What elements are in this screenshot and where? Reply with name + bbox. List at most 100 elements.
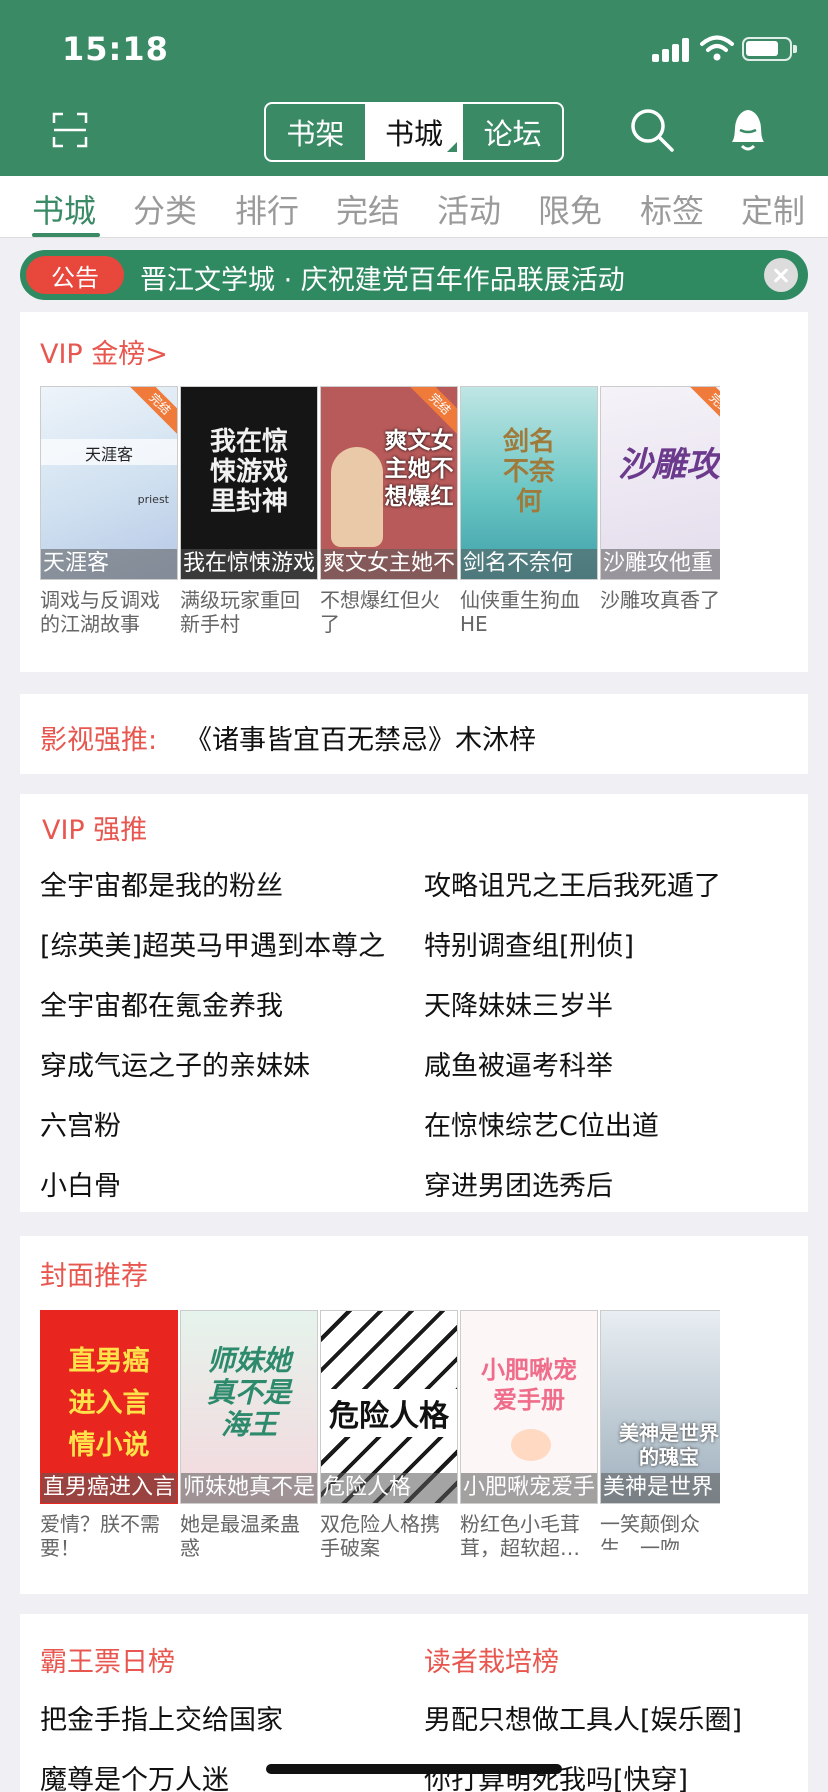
book-cover[interactable]: 直男癌进入言情小说 直男癌进入言	[40, 1310, 178, 1504]
segment-forum[interactable]: 论坛	[463, 104, 562, 160]
tab-ranking[interactable]: 排行	[235, 186, 299, 232]
book-description: 双危险人格携手破案	[320, 1512, 440, 1560]
book-cover[interactable]: 我在惊悚游戏里封神 我在惊悚游戏	[180, 386, 318, 580]
film-label: 影视强推:	[40, 725, 158, 756]
list-item[interactable]: 天降妹妹三岁半	[424, 984, 784, 1023]
battery-icon	[742, 37, 797, 61]
list-item[interactable]: [综英美]超英马甲遇到本尊之	[40, 924, 400, 963]
cover-title: 师妹她真不是海王	[206, 1344, 291, 1441]
cover-title: 我在惊悚游戏里封神	[209, 427, 288, 517]
vip-push-section: VIP 强推 全宇宙都是我的粉丝 [综英美]超英马甲遇到本尊之 全宇宙都在氪金养…	[20, 794, 808, 1212]
list-item[interactable]: 全宇宙都在氪金养我	[40, 984, 400, 1023]
tab-tags[interactable]: 标签	[640, 186, 704, 232]
announcement-text[interactable]: 晋江文学城 · 庆祝建党百年作品联展活动	[140, 258, 625, 297]
list-item[interactable]: 小白骨	[40, 1164, 400, 1203]
cover-title: 沙雕攻	[618, 445, 720, 485]
cover-title: 爽文女主她不想爆红	[384, 428, 454, 510]
section-title[interactable]: VIP 金榜>	[40, 332, 168, 371]
tab-category[interactable]: 分类	[133, 186, 197, 232]
cover-title: 美神是世界的瑰宝	[619, 1421, 719, 1469]
book-description: 粉红色小毛茸茸，超软超…	[460, 1512, 580, 1560]
search-icon[interactable]	[628, 106, 676, 154]
list-item[interactable]: 六宫粉	[40, 1104, 400, 1143]
cover-recommend-section: 封面推荐 直男癌进入言情小说 直男癌进入言 爱情？朕不需要！ 师妹她真不是海王 …	[20, 1236, 808, 1594]
cover-title-band: 师妹她真不是	[181, 1473, 317, 1503]
tab-free[interactable]: 限免	[538, 186, 602, 232]
section-title: VIP 强推	[42, 815, 148, 846]
list-item[interactable]: 穿进男团选秀后	[424, 1164, 784, 1203]
scan-icon[interactable]	[52, 112, 88, 148]
announcement-bar[interactable]: 公告 晋江文学城 · 庆祝建党百年作品联展活动	[20, 250, 808, 300]
book-cover[interactable]: 爽文女主她不想爆红 完结 爽文女主她不	[320, 386, 458, 580]
list-item[interactable]: 穿成气运之子的亲妹妹	[40, 1044, 400, 1083]
list-item[interactable]: 把金手指上交给国家	[40, 1698, 400, 1737]
segment-label: 论坛	[483, 117, 542, 151]
home-indicator[interactable]	[266, 1764, 562, 1774]
book-description: 满级玩家重回新手村	[180, 588, 300, 636]
cover-title: 剑名不奈何	[502, 427, 555, 517]
book-description: 沙雕攻真香了	[600, 588, 720, 612]
cover-title-band: 危险人格	[321, 1473, 457, 1503]
section-title: 封面推荐	[40, 1261, 148, 1292]
segment-label: 书城	[385, 117, 444, 151]
cover-title-band: 爽文女主她不	[321, 549, 457, 579]
book-cover[interactable]: 天涯客 priest 完结 天涯客	[40, 386, 178, 580]
segment-label: 书架	[286, 117, 345, 151]
list-item[interactable]: 咸鱼被逼考科举	[424, 1044, 784, 1083]
notification-bell-icon[interactable]	[726, 106, 770, 154]
main-segment-control: 书架 书城 论坛	[264, 102, 564, 162]
list-item[interactable]: 男配只想做工具人[娱乐圈]	[424, 1698, 784, 1737]
bawang-ranking-title[interactable]: 霸王票日榜	[40, 1640, 175, 1679]
completed-ribbon: 完结	[128, 387, 177, 436]
list-item[interactable]: 特别调查组[刑侦]	[424, 924, 784, 963]
cover-title: 天涯客	[84, 445, 133, 464]
tab-bookstore[interactable]: 书城	[32, 186, 96, 232]
film-recommend-section[interactable]: 影视强推: 《诸事皆宜百无禁忌》木沐梓	[20, 694, 808, 774]
vip-gold-section: VIP 金榜> 天涯客 priest 完结 天涯客 调戏与反调戏的江湖故事 我在…	[20, 312, 808, 672]
tab-activity[interactable]: 活动	[437, 186, 501, 232]
cover-title: 小肥啾宠爱手册	[481, 1356, 577, 1414]
wifi-icon	[700, 35, 734, 61]
book-description: 调戏与反调戏的江湖故事	[40, 588, 160, 636]
segment-corner-mark	[447, 142, 458, 152]
status-bar: 15:18	[0, 0, 828, 96]
film-title[interactable]: 《诸事皆宜百无禁忌》木沐梓	[185, 718, 536, 757]
tab-completed[interactable]: 完结	[336, 186, 400, 232]
tab-custom[interactable]: 定制	[741, 186, 805, 232]
cover-figure	[511, 1429, 551, 1461]
book-cover[interactable]: 美神是世界的瑰宝 美神是世界	[600, 1310, 720, 1504]
tab-active-indicator	[32, 233, 100, 237]
segment-bookshelf[interactable]: 书架	[266, 104, 365, 160]
signal-icon	[652, 38, 692, 62]
status-time: 15:18	[62, 30, 169, 68]
cover-figure	[331, 447, 383, 547]
book-cover[interactable]: 危险人格 危险人格	[320, 1310, 458, 1504]
category-tabs: 书城 分类 排行 完结 活动 限免 标签 定制	[0, 176, 828, 238]
cover-author: priest	[137, 493, 169, 506]
book-description: 不想爆红但火了	[320, 588, 440, 636]
cover-title-band: 剑名不奈何	[461, 549, 597, 579]
reader-ranking-title[interactable]: 读者栽培榜	[424, 1640, 559, 1679]
book-description: 她是最温柔蛊惑	[180, 1512, 300, 1560]
book-description: 一笑颠倒众生，一吻便…	[600, 1512, 700, 1550]
cover-title-band: 美神是世界	[601, 1473, 720, 1503]
segment-bookstore[interactable]: 书城	[364, 104, 464, 160]
cover-title-band: 沙雕攻他重	[601, 549, 720, 579]
list-item[interactable]: 攻略诅咒之王后我死遁了	[424, 864, 784, 903]
announcement-badge: 公告	[26, 256, 124, 294]
cover-title: 危险人格	[321, 1389, 457, 1437]
cover-title-band: 小肥啾宠爱手	[461, 1473, 597, 1503]
list-item[interactable]: 在惊悚综艺C位出道	[424, 1104, 784, 1143]
book-cover[interactable]: 师妹她真不是海王 师妹她真不是	[180, 1310, 318, 1504]
cover-title: 直男癌进入言情小说	[68, 1346, 150, 1461]
book-cover[interactable]: 沙雕攻 完结 沙雕攻他重	[600, 386, 720, 580]
list-item[interactable]: 全宇宙都是我的粉丝	[40, 864, 400, 903]
close-icon[interactable]	[764, 258, 798, 292]
book-cover[interactable]: 剑名不奈何 剑名不奈何	[460, 386, 598, 580]
cover-title-band: 直男癌进入言	[41, 1473, 177, 1503]
book-cover[interactable]: 小肥啾宠爱手册 小肥啾宠爱手	[460, 1310, 598, 1504]
app-header: 15:18 书架 书城 论坛	[0, 0, 828, 176]
segment-corner-mark	[348, 142, 359, 152]
book-item[interactable]: 沙雕攻 完结 沙雕攻他重 沙雕攻真香了	[600, 386, 720, 626]
book-item[interactable]: 美神是世界的瑰宝 美神是世界 一笑颠倒众生，一吻便…	[600, 1310, 720, 1550]
